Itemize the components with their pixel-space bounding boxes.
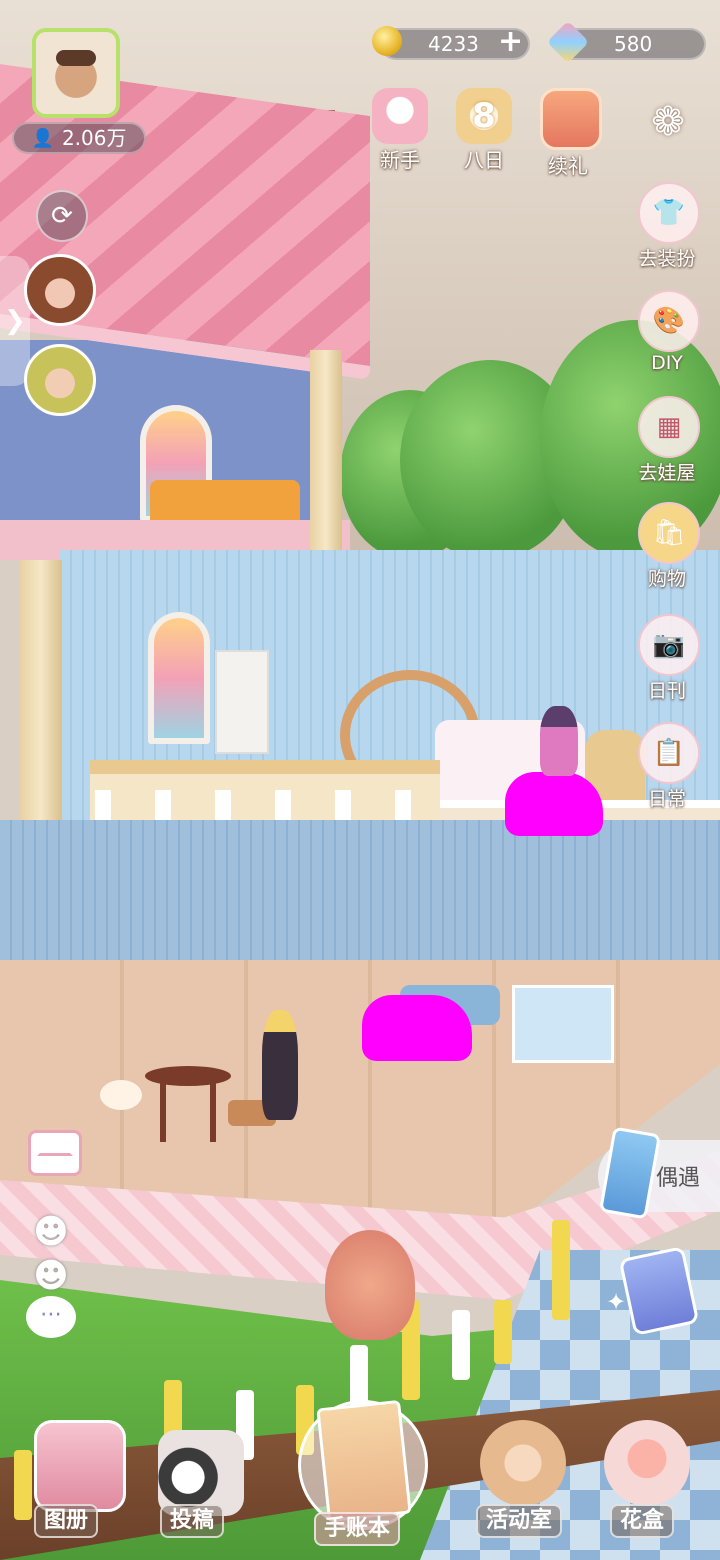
event-continue-gift[interactable]: 续礼 bbox=[528, 88, 608, 179]
flower-menu-icon[interactable]: ❁ bbox=[646, 100, 690, 144]
shirt-icon: 👕 bbox=[638, 182, 700, 244]
side-label: 购物 bbox=[647, 568, 686, 590]
side-daily-tasks[interactable]: 📋 日常 bbox=[622, 722, 712, 811]
bunny-cake-icon bbox=[372, 88, 428, 144]
nav-journal[interactable]: 手账本 bbox=[292, 1396, 432, 1546]
person-icon: 👤 bbox=[31, 127, 54, 149]
side-label: 日刊 bbox=[647, 680, 686, 702]
nav-flower-box[interactable]: 花盒 bbox=[598, 1420, 708, 1540]
encounter-button[interactable]: 偶遇 bbox=[598, 1126, 720, 1220]
fence-post bbox=[494, 1300, 512, 1364]
nav-album[interactable]: 图册 bbox=[22, 1420, 132, 1540]
side-dollhouse[interactable]: ▦ 去娃屋 bbox=[622, 396, 712, 485]
flower-box-icon bbox=[604, 1420, 690, 1506]
cabinet-icon: ▦ bbox=[638, 396, 700, 458]
fence-post bbox=[452, 1310, 470, 1380]
journal-icon bbox=[316, 1399, 412, 1523]
event-label: 八日 bbox=[464, 148, 504, 172]
player-character[interactable] bbox=[262, 1010, 298, 1120]
nav-label: 投稿 bbox=[160, 1504, 225, 1538]
mail-icon[interactable] bbox=[28, 1130, 82, 1176]
raccoon-mask bbox=[56, 50, 96, 66]
side-label: 日常 bbox=[647, 788, 686, 810]
placeholder-furniture[interactable] bbox=[362, 995, 472, 1061]
nav-label: 图册 bbox=[34, 1504, 99, 1538]
tv-gift-icon bbox=[540, 88, 602, 150]
round-table bbox=[145, 1066, 231, 1086]
side-label: DIY bbox=[651, 352, 683, 374]
middle-window bbox=[148, 612, 210, 744]
album-icon bbox=[34, 1420, 126, 1512]
gold-coin-icon bbox=[372, 26, 402, 56]
chair bbox=[100, 1080, 142, 1110]
palette-icon: 🎨 bbox=[638, 290, 700, 352]
side-dress-up[interactable]: 👕 去装扮 bbox=[622, 182, 712, 271]
event-eight-day[interactable]: 8 八日 bbox=[444, 88, 524, 173]
pillar bbox=[310, 350, 342, 560]
pink-plant bbox=[325, 1230, 415, 1340]
gem-amount: 580 bbox=[614, 32, 653, 56]
shopping-bag-icon: 🛍 bbox=[638, 502, 700, 564]
eight-day-icon: 8 bbox=[456, 88, 512, 144]
player-avatar[interactable] bbox=[32, 28, 120, 118]
friends-icon[interactable]: ☻☻ bbox=[22, 1210, 80, 1296]
nav-label: 花盒 bbox=[610, 1504, 675, 1538]
followers-badge: 👤 2.06万 bbox=[12, 122, 146, 154]
fishbone-icon: ✦ bbox=[606, 1288, 627, 1316]
dollhouse-scene bbox=[0, 0, 720, 1560]
event-label: 续礼 bbox=[548, 154, 588, 178]
side-daily-paper[interactable]: 📷 日刊 bbox=[622, 614, 712, 703]
event-newbie[interactable]: 新手 bbox=[360, 88, 440, 173]
npc-character[interactable] bbox=[540, 706, 578, 776]
table-leg bbox=[160, 1082, 166, 1142]
nav-activity-room[interactable]: 活动室 bbox=[472, 1420, 582, 1540]
friend-avatar[interactable] bbox=[24, 254, 96, 326]
add-coins-button[interactable]: + bbox=[498, 27, 523, 57]
fence-post bbox=[552, 1220, 570, 1320]
side-label: 去娃屋 bbox=[638, 462, 696, 484]
followers-count: 2.06万 bbox=[61, 126, 127, 150]
side-label: 去装扮 bbox=[638, 248, 696, 270]
teddy-bear-icon bbox=[480, 1420, 566, 1506]
dresser bbox=[512, 985, 614, 1063]
chat-bubble-icon[interactable]: ⋯ bbox=[26, 1296, 76, 1338]
white-cabinet bbox=[215, 650, 269, 754]
arch-pillar bbox=[20, 560, 62, 830]
nav-label: 活动室 bbox=[476, 1504, 563, 1538]
coin-amount: 4233 bbox=[428, 32, 479, 56]
friend-avatar[interactable] bbox=[24, 344, 96, 416]
encounter-label: 偶遇 bbox=[656, 1166, 701, 1191]
refresh-icon[interactable]: ⟳ bbox=[36, 190, 88, 242]
side-diy[interactable]: 🎨 DIY bbox=[622, 290, 712, 374]
nav-submit[interactable]: 投稿 bbox=[148, 1420, 258, 1540]
placeholder-furniture[interactable] bbox=[505, 772, 603, 836]
event-label: 新手 bbox=[380, 148, 420, 172]
nav-label: 手账本 bbox=[314, 1512, 401, 1546]
checklist-icon: 📋 bbox=[638, 722, 700, 784]
table-leg bbox=[210, 1082, 216, 1142]
envelope-flap bbox=[37, 1137, 73, 1156]
side-shop[interactable]: 🛍 购物 bbox=[622, 502, 712, 591]
camera-icon: 📷 bbox=[638, 614, 700, 676]
